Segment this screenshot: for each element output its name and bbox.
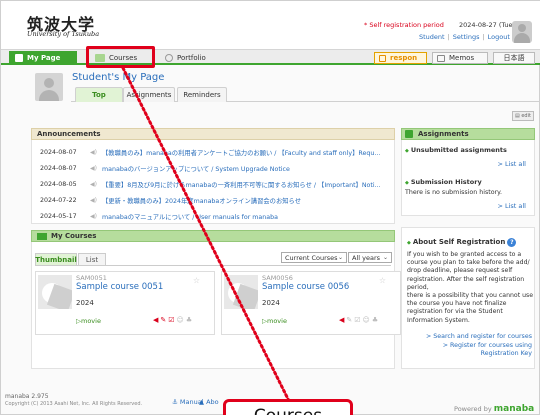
callout-label: Courses bbox=[223, 399, 353, 415]
dotted-pointer-line bbox=[121, 66, 291, 403]
app-window: 筑波大学 University of Tsukuba * Self regist… bbox=[0, 0, 540, 415]
